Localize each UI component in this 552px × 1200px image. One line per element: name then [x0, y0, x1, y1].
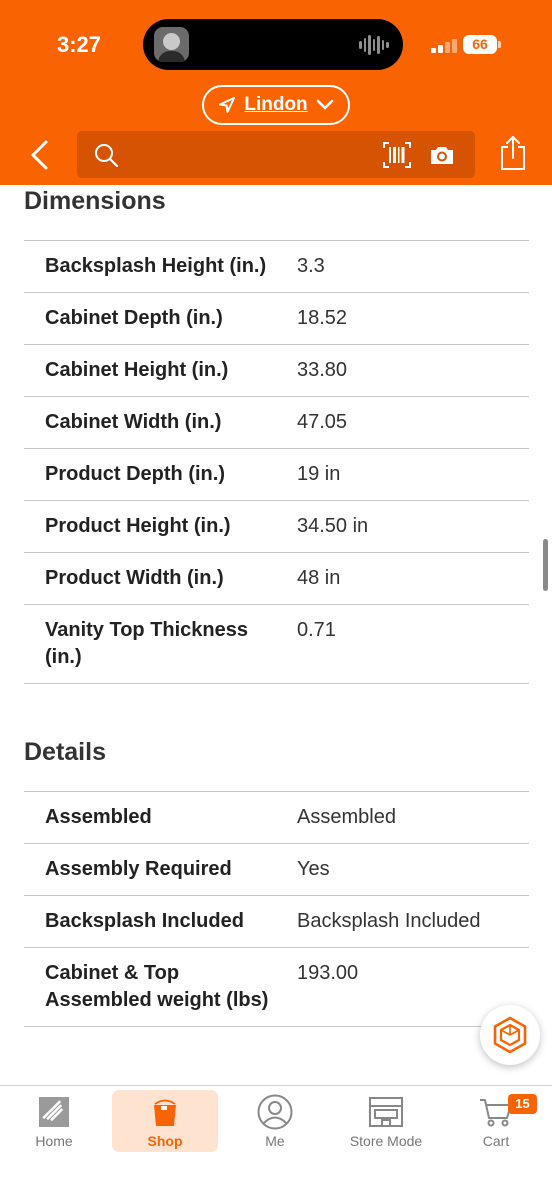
tab-label: Home: [35, 1133, 73, 1149]
spec-value: Assembled: [297, 806, 396, 828]
bottom-tab-bar: Home Shop Me Store Mode Cart: [0, 1085, 552, 1200]
tab-shop[interactable]: Shop: [112, 1090, 218, 1152]
back-chevron-icon: [31, 140, 48, 170]
share-icon: [501, 136, 525, 170]
now-playing-avatar: [154, 27, 189, 62]
dimensions-table: Backsplash Height (in.) 3.3 Cabinet Dept…: [24, 240, 529, 684]
chevron-down-icon: [316, 99, 333, 110]
spec-label: Cabinet Height (in.): [45, 359, 229, 381]
spec-label: Assembly Required: [45, 858, 232, 880]
spec-label: Backsplash Height (in.): [45, 255, 267, 277]
audio-wave-icon: [359, 33, 390, 57]
share-button[interactable]: [498, 134, 530, 174]
tab-home[interactable]: Home: [1, 1086, 107, 1156]
scrollbar[interactable]: [543, 539, 548, 591]
details-section-title: Details: [24, 738, 106, 766]
spec-label: Cabinet & Top Assembled weight (lbs): [45, 962, 269, 1011]
battery-tip: [498, 41, 501, 48]
barcode-icon[interactable]: [383, 142, 411, 168]
cart-count-badge: 15: [508, 1094, 537, 1114]
spec-label: Cabinet Depth (in.): [45, 307, 223, 329]
table-row: Backsplash Height (in.) 3.3: [24, 241, 529, 293]
bucket-icon: [154, 1099, 176, 1126]
search-bar[interactable]: [77, 131, 475, 178]
table-row: Cabinet & Top Assembled weight (lbs) 193…: [24, 948, 529, 1027]
table-row: Product Depth (in.) 19 in: [24, 449, 529, 501]
app-header: 3:27 66 Lindon: [0, 0, 552, 185]
user-icon: [257, 1094, 293, 1130]
location-arrow-icon: [219, 97, 236, 113]
status-time: 3:27: [57, 32, 102, 57]
tab-label: Me: [265, 1133, 285, 1149]
store-icon: [369, 1097, 403, 1127]
spec-value: 3.3: [297, 255, 325, 277]
spec-value: 193.00: [297, 962, 359, 984]
spec-label: Backsplash Included: [45, 910, 244, 932]
battery-icon: 66: [463, 35, 497, 54]
table-row: Vanity Top Thickness (in.) 0.71: [24, 605, 529, 684]
table-row: Cabinet Width (in.) 47.05: [24, 397, 529, 449]
spec-label: Product Depth (in.): [45, 463, 225, 485]
spec-value: 0.71: [297, 619, 336, 641]
search-icon: [95, 144, 119, 168]
store-location-selector[interactable]: Lindon: [202, 85, 350, 125]
product-specifications: Dimensions Backsplash Height (in.) 3.3 C…: [0, 185, 552, 1085]
dimensions-section-title: Dimensions: [24, 187, 166, 215]
spec-value: 47.05: [297, 411, 348, 433]
tab-label: Store Mode: [349, 1133, 423, 1149]
spec-value: 18.52: [297, 307, 348, 329]
cellular-signal-icon: [431, 37, 457, 53]
table-row: Assembled Assembled: [24, 792, 529, 844]
home-depot-logo-icon: [39, 1097, 69, 1127]
table-row: Backsplash Included Backsplash Included: [24, 896, 529, 948]
table-row: Cabinet Height (in.) 33.80: [24, 345, 529, 397]
spec-label: Cabinet Width (in.): [45, 411, 222, 433]
table-row: Product Height (in.) 34.50 in: [24, 501, 529, 553]
spec-value: Backsplash Included: [297, 910, 481, 932]
spec-value: 19 in: [297, 463, 341, 485]
table-row: Assembly Required Yes: [24, 844, 529, 896]
tab-me[interactable]: Me: [222, 1086, 328, 1156]
spec-label: Product Width (in.): [45, 567, 224, 589]
tab-label: Shop: [147, 1133, 183, 1149]
spec-label: Assembled: [45, 806, 152, 828]
details-table: Assembled Assembled Assembly Required Ye…: [24, 791, 529, 1027]
dynamic-island: [143, 19, 403, 70]
spec-value: 34.50 in: [297, 515, 369, 537]
spec-label: Vanity Top Thickness (in.): [45, 619, 249, 668]
tab-store-mode[interactable]: Store Mode: [333, 1086, 439, 1156]
spec-value: 33.80: [297, 359, 348, 381]
spec-value: 48 in: [297, 567, 341, 589]
spec-value: Yes: [297, 858, 330, 880]
search-input[interactable]: [125, 139, 405, 169]
hexagon-assistant-icon: [493, 1016, 527, 1054]
spec-label: Product Height (in.): [45, 515, 231, 537]
camera-icon[interactable]: [429, 144, 455, 166]
ai-assistant-button[interactable]: [480, 1005, 540, 1065]
back-button[interactable]: [22, 136, 56, 174]
table-row: Cabinet Depth (in.) 18.52: [24, 293, 529, 345]
table-row: Product Width (in.) 48 in: [24, 553, 529, 605]
tab-label: Cart: [482, 1133, 510, 1149]
store-location-label: Lindon: [244, 94, 308, 115]
